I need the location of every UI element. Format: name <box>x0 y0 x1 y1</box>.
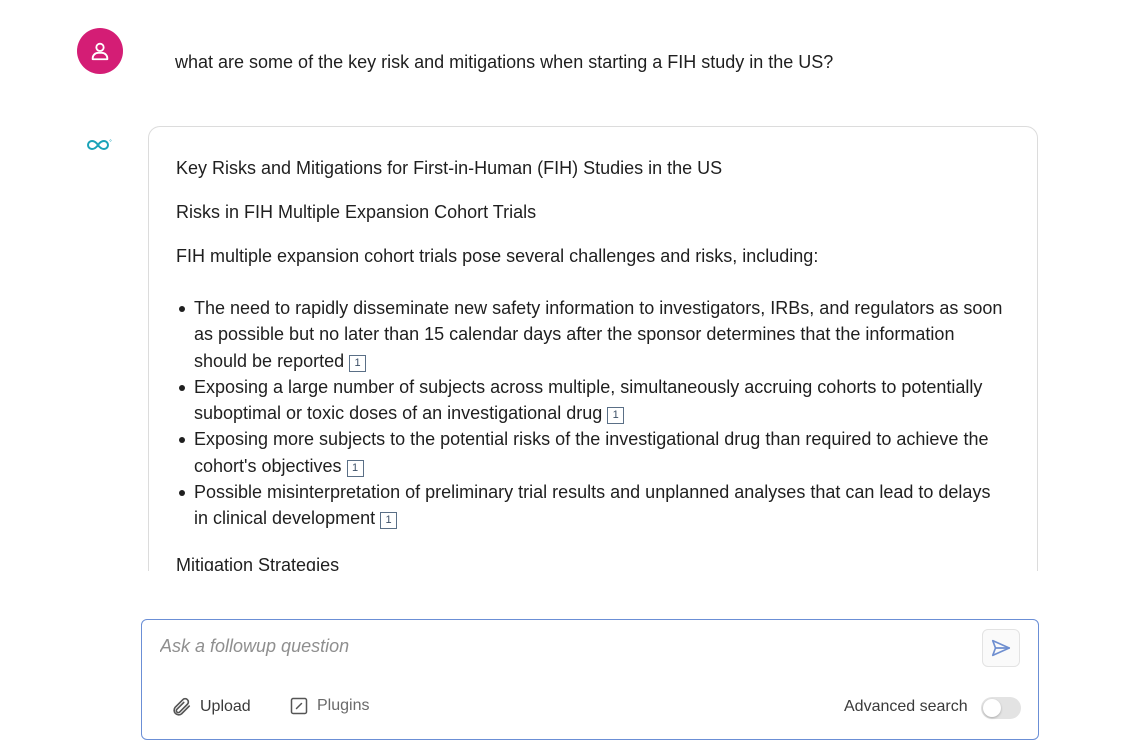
risk-item: Possible misinterpretation of preliminar… <box>179 479 1006 532</box>
risk-text: Possible misinterpretation of preliminar… <box>194 482 991 529</box>
risk-text: Exposing more subjects to the potential … <box>194 429 989 476</box>
answer-title: Key Risks and Mitigations for First-in-H… <box>176 158 723 178</box>
send-button[interactable] <box>982 629 1020 667</box>
risk-item: Exposing a large number of subjects acro… <box>179 374 1006 427</box>
mitigation-heading: Mitigation Strategies <box>176 554 340 571</box>
svg-text:°: ° <box>109 139 112 146</box>
answer-content: Key Risks and Mitigations for First-in-H… <box>176 155 1006 571</box>
followup-input[interactable] <box>160 636 940 657</box>
advanced-search-label: Advanced search <box>844 698 968 715</box>
followup-box: Upload Plugins Advanced search <box>141 619 1039 740</box>
risk-text: Exposing a large number of subjects acro… <box>194 376 983 424</box>
upload-button[interactable]: Upload <box>170 696 251 718</box>
plugins-button[interactable]: Plugins <box>289 696 369 716</box>
citation-badge[interactable]: 1 <box>380 512 398 530</box>
user-avatar <box>77 28 123 74</box>
user-question: what are some of the key risk and mitiga… <box>175 52 834 72</box>
risk-list: The need to rapidly disseminate new safe… <box>176 295 1006 532</box>
risk-item: Exposing more subjects to the potential … <box>179 426 1006 479</box>
citation-badge[interactable]: 1 <box>607 407 625 425</box>
plugin-icon <box>290 697 308 715</box>
answer-card: Key Risks and Mitigations for First-in-H… <box>148 126 1038 571</box>
chat-page: what are some of the key risk and mitiga… <box>0 0 1138 751</box>
risk-item: The need to rapidly disseminate new safe… <box>179 295 1006 374</box>
answer-subtitle: Risks in FIH Multiple Expansion Cohort T… <box>176 202 537 222</box>
risk-text: The need to rapidly disseminate new safe… <box>194 298 1003 371</box>
infinity-logo-icon: ° <box>87 139 112 151</box>
paperclip-icon <box>173 697 191 716</box>
citation-badge[interactable]: 1 <box>349 354 367 372</box>
answer-intro: FIH multiple expansion cohort trials pos… <box>176 246 819 266</box>
user-icon <box>91 42 109 61</box>
citation-badge[interactable]: 1 <box>346 459 364 477</box>
toggle-knob <box>983 699 1001 717</box>
send-icon <box>991 639 1011 657</box>
plugins-label: Plugins <box>317 697 370 714</box>
advanced-search-toggle[interactable] <box>981 697 1021 719</box>
upload-label: Upload <box>200 698 251 715</box>
